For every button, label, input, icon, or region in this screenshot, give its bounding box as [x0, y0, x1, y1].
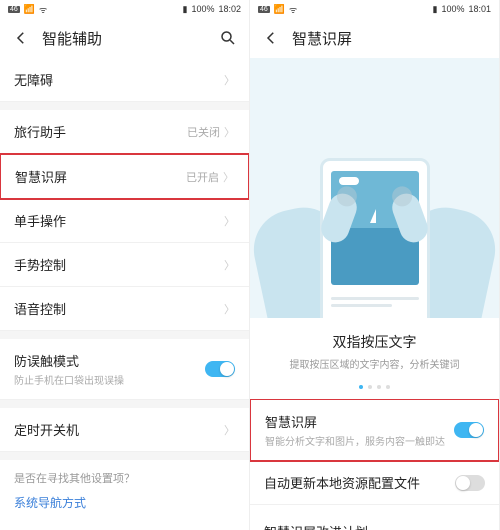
- toggle-mistouch[interactable]: [205, 361, 235, 377]
- other-settings-hint: 是否在寻找其他设置项？ 系统导航方式: [0, 452, 249, 521]
- system-navigation-link[interactable]: 系统导航方式: [14, 494, 235, 511]
- battery-icon: ▮: [182, 4, 187, 15]
- row-label: 定时开关机: [14, 420, 224, 439]
- chevron-right-icon: 〉: [224, 301, 235, 317]
- row-label: 语音控制: [14, 299, 224, 318]
- clock: 18:01: [468, 4, 491, 14]
- row-label: 智慧识屏: [15, 167, 186, 186]
- row-accessibility[interactable]: 无障碍 〉: [0, 58, 249, 102]
- row-travel-assistant[interactable]: 旅行助手 已关闭 〉: [0, 102, 249, 154]
- row-hivision-toggle[interactable]: 智慧识屏 智能分析文字和图片，服务内容一触即达: [250, 399, 499, 462]
- wifi-icon: ᯤ: [39, 3, 47, 16]
- settings-list: 无障碍 〉 旅行助手 已关闭 〉 智慧识屏 已开启 〉 单手操作 〉 手势控制 …: [0, 58, 249, 530]
- back-icon[interactable]: [262, 29, 280, 47]
- feature-promo: 双指按压文字 提取按压区域的文字内容，分析关键词: [250, 318, 499, 379]
- feature-illustration: [250, 58, 499, 318]
- row-improvement-plan[interactable]: 智慧识屏改进计划: [250, 505, 499, 530]
- page-title: 智能辅助: [42, 28, 207, 49]
- signal-icon: 📶: [24, 4, 35, 15]
- row-label: 智慧识屏改进计划: [264, 522, 485, 530]
- row-mistouch[interactable]: 防误触模式 防止手机在口袋出现误操: [0, 331, 249, 400]
- page-title: 智慧识屏: [292, 28, 487, 49]
- settings-list: 智慧识屏 智能分析文字和图片，服务内容一触即达 自动更新本地资源配置文件 智慧识…: [250, 399, 499, 530]
- status-bar: 46 📶 ᯤ ▮ 100% 18:02: [0, 0, 249, 18]
- chevron-right-icon: 〉: [224, 422, 235, 438]
- row-voice[interactable]: 语音控制 〉: [0, 287, 249, 331]
- row-onehand[interactable]: 单手操作 〉: [0, 199, 249, 243]
- page-header: 智慧识屏: [250, 18, 499, 58]
- row-label: 手势控制: [14, 255, 224, 274]
- row-status: 已关闭: [187, 124, 220, 140]
- dot: [359, 385, 363, 389]
- wifi-icon: ᯤ: [289, 3, 297, 16]
- hint-text: 是否在寻找其他设置项？: [14, 470, 235, 486]
- promo-subtitle: 提取按压区域的文字内容，分析关键词: [270, 356, 479, 371]
- clock: 18:02: [218, 4, 241, 14]
- row-timer[interactable]: 定时开关机 〉: [0, 400, 249, 452]
- row-gesture[interactable]: 手势控制 〉: [0, 243, 249, 287]
- row-auto-update[interactable]: 自动更新本地资源配置文件: [250, 461, 499, 505]
- toggle-autoupdate[interactable]: [455, 475, 485, 491]
- back-icon[interactable]: [12, 29, 30, 47]
- network-badge: 46: [258, 6, 270, 13]
- row-label: 自动更新本地资源配置文件: [264, 473, 455, 492]
- row-status: 已开启: [186, 169, 219, 185]
- row-label: 单手操作: [14, 211, 224, 230]
- chevron-right-icon: 〉: [224, 257, 235, 273]
- network-badge: 46: [8, 6, 20, 13]
- chevron-right-icon: 〉: [223, 169, 234, 185]
- signal-icon: 📶: [274, 4, 285, 15]
- battery-percent: 100%: [191, 4, 214, 14]
- search-icon[interactable]: [219, 29, 237, 47]
- row-label: 防误触模式: [14, 351, 205, 370]
- row-label: 无障碍: [14, 70, 224, 89]
- phone-left: 46 📶 ᯤ ▮ 100% 18:02 智能辅助 无障碍 〉 旅行助手 已关闭 …: [0, 0, 250, 530]
- chevron-right-icon: 〉: [224, 72, 235, 88]
- row-sublabel: 防止手机在口袋出现误操: [14, 372, 205, 387]
- page-indicator[interactable]: [250, 379, 499, 399]
- status-bar: 46 📶 ᯤ ▮ 100% 18:01: [250, 0, 499, 18]
- phone-right: 46 📶 ᯤ ▮ 100% 18:01 智慧识屏 双指按压文字 提取按压区域: [250, 0, 500, 530]
- row-hivision[interactable]: 智慧识屏 已开启 〉: [0, 153, 249, 200]
- row-sublabel: 智能分析文字和图片，服务内容一触即达: [265, 433, 454, 448]
- battery-icon: ▮: [432, 4, 437, 15]
- row-label: 旅行助手: [14, 122, 187, 141]
- chevron-right-icon: 〉: [224, 124, 235, 140]
- row-label: 智慧识屏: [265, 412, 454, 431]
- dot: [377, 385, 381, 389]
- toggle-hivision[interactable]: [454, 422, 484, 438]
- chevron-right-icon: 〉: [224, 213, 235, 229]
- promo-title: 双指按压文字: [270, 332, 479, 352]
- dot: [386, 385, 390, 389]
- dot: [368, 385, 372, 389]
- page-header: 智能辅助: [0, 18, 249, 58]
- battery-percent: 100%: [441, 4, 464, 14]
